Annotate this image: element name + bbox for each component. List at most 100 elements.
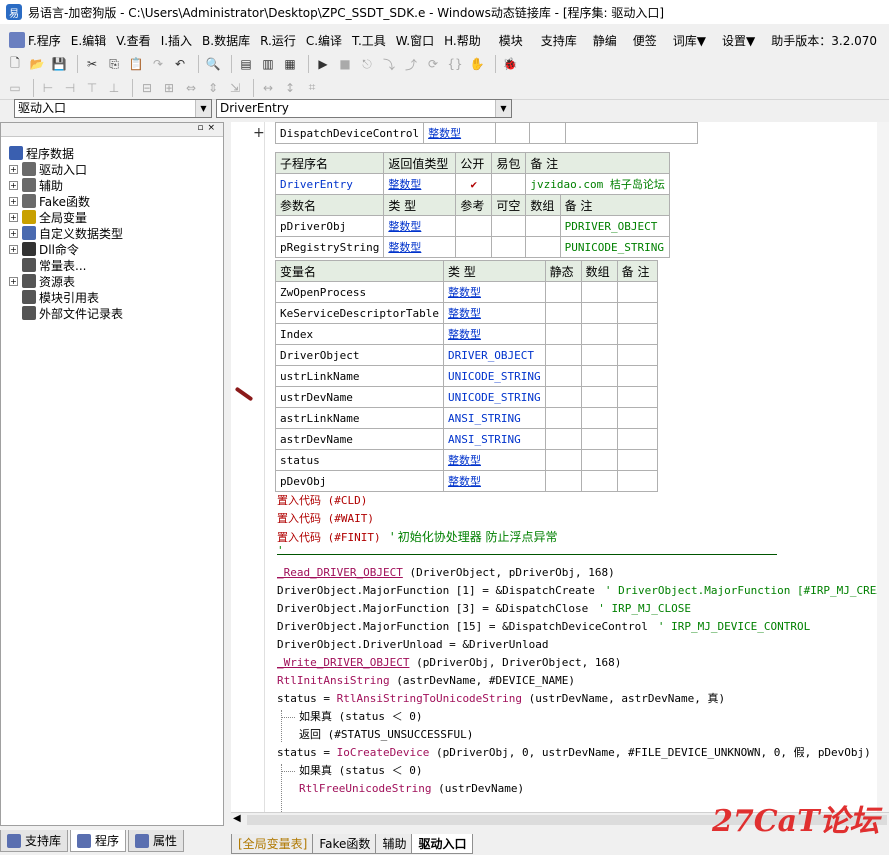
menu-compile[interactable]: C.编译 <box>301 32 347 49</box>
tree-item[interactable]: + 自定义数据类型 <box>9 225 123 241</box>
space-h-icon[interactable]: ↔ <box>259 79 277 97</box>
var-type[interactable]: UNICODE_STRING <box>442 365 546 387</box>
space-v-icon[interactable]: ↕ <box>281 79 299 97</box>
var-type[interactable]: 整数型 <box>442 302 546 324</box>
menu-database[interactable]: B.数据库 <box>197 32 255 49</box>
var-name[interactable]: DriverObject <box>275 344 444 366</box>
step-out-icon[interactable]: ⟳ <box>424 55 442 73</box>
var-name[interactable]: astrDevName <box>275 428 444 450</box>
var-name[interactable]: KeServiceDescriptorTable <box>275 302 444 324</box>
code-line[interactable]: _Write_DRIVER_OBJECT (pDriverObj, Driver… <box>277 654 621 672</box>
menu-help[interactable]: H.帮助 <box>439 32 486 49</box>
menu-dictionary[interactable]: 词库▼ <box>668 32 711 49</box>
table-row[interactable]: status 整数型 <box>275 449 658 471</box>
var-name[interactable]: ZwOpenProcess <box>275 281 444 303</box>
var-type[interactable]: 整数型 <box>442 470 546 492</box>
run-icon[interactable]: ▶ <box>314 55 332 73</box>
chevron-down-icon[interactable]: ▼ <box>495 100 511 117</box>
menu-window[interactable]: W.窗口 <box>391 32 439 49</box>
var-name[interactable]: ustrLinkName <box>275 365 444 387</box>
menu-tools[interactable]: T.工具 <box>347 32 391 49</box>
ret-type-cell[interactable]: 整数型 <box>423 122 497 144</box>
ret-type-cell[interactable]: 整数型 <box>383 173 457 195</box>
table-row[interactable]: pDriverObj 整数型 PDRIVER_OBJECT <box>274 215 670 237</box>
param-note[interactable]: PDRIVER_OBJECT <box>559 215 670 237</box>
menu-insert[interactable]: I.插入 <box>156 32 197 49</box>
sub-name-cell[interactable]: DispatchDeviceControl <box>274 122 425 144</box>
scroll-left-icon[interactable]: ◀ <box>233 813 241 824</box>
step-into-icon[interactable]: ⤵ <box>380 55 398 73</box>
center-v-icon[interactable]: ⊞ <box>160 79 178 97</box>
table-row[interactable]: pRegistryString 整数型 PUNICODE_STRING <box>274 236 670 258</box>
var-type[interactable]: 整数型 <box>442 323 546 345</box>
expand-icon[interactable]: + <box>9 164 18 174</box>
public-check-icon[interactable]: ✔ <box>455 173 493 195</box>
var-type[interactable]: 整数型 <box>442 449 546 471</box>
code-line[interactable]: DriverObject.MajorFunction [1] = &Dispat… <box>277 582 889 600</box>
run-to-cursor-icon[interactable]: {} <box>446 55 464 73</box>
subroutine-select[interactable]: DriverEntry ▼ <box>216 99 512 118</box>
menu-support-lib[interactable]: 支持库 <box>536 32 582 49</box>
var-name[interactable]: status <box>275 449 444 471</box>
table-row[interactable]: ustrLinkName UNICODE_STRING <box>275 365 658 387</box>
table-row[interactable]: astrLinkName ANSI_STRING <box>275 407 658 429</box>
tab-support-lib[interactable]: 支持库 <box>0 830 69 852</box>
same-height-icon[interactable]: ⇕ <box>204 79 222 97</box>
expand-icon[interactable]: + <box>9 276 18 286</box>
chevron-down-icon[interactable]: ▼ <box>195 100 211 117</box>
tree-item[interactable]: 常量表... <box>9 257 123 273</box>
var-type[interactable]: DRIVER_OBJECT <box>442 344 546 366</box>
tree-item[interactable]: + 辅助 <box>9 177 123 193</box>
menu-notes[interactable]: 便签 <box>628 32 662 49</box>
open-folder-icon[interactable]: 📂 <box>28 55 46 73</box>
same-width-icon[interactable]: ⇔ <box>182 79 200 97</box>
code-line[interactable]: 如果真 (status ＜ 0) <box>299 762 422 780</box>
tree-root[interactable]: 程序数据 <box>9 145 123 161</box>
code-line[interactable]: status = RtlAnsiStringToUnicodeString (u… <box>277 690 725 708</box>
tab-properties[interactable]: 属性 <box>128 830 185 852</box>
table-row[interactable]: KeServiceDescriptorTable 整数型 <box>275 302 658 324</box>
align-right-icon[interactable]: ⊣ <box>61 79 79 97</box>
menu-run[interactable]: R.运行 <box>255 32 301 49</box>
pane-buttons[interactable]: ▫× <box>197 123 219 133</box>
param-name[interactable]: pDriverObj <box>274 215 385 237</box>
expand-icon[interactable]: + <box>253 125 265 141</box>
cut-icon[interactable]: ✂ <box>83 55 101 73</box>
expand-icon[interactable]: + <box>9 228 18 238</box>
var-type[interactable]: UNICODE_STRING <box>442 386 546 408</box>
code-line[interactable]: 返回 (#STATUS_UNSUCCESSFUL) <box>299 726 473 744</box>
var-name[interactable]: pDevObj <box>275 470 444 492</box>
same-size-icon[interactable]: ⇲ <box>226 79 244 97</box>
grid-icon[interactable]: ⌗ <box>303 79 321 97</box>
code-line[interactable]: 如果真 (status ＜ 0) <box>299 708 422 726</box>
var-name[interactable]: ustrDevName <box>275 386 444 408</box>
tab-program[interactable]: 程序 <box>70 830 127 852</box>
tree-item[interactable]: + Fake函数 <box>9 193 123 209</box>
param-name[interactable]: pRegistryString <box>274 236 385 258</box>
var-type[interactable]: ANSI_STRING <box>442 428 546 450</box>
align-icon-1[interactable]: ▭ <box>6 79 24 97</box>
vertical-scrollbar[interactable] <box>877 122 889 812</box>
layout1-icon[interactable]: ▤ <box>237 55 255 73</box>
menu-program[interactable]: F.程序 <box>4 32 66 49</box>
var-type[interactable]: ANSI_STRING <box>442 407 546 429</box>
tab-driver-entry[interactable]: 驱动入口 <box>411 834 474 854</box>
sub-name-cell[interactable]: DriverEntry <box>274 173 385 195</box>
var-type[interactable]: 整数型 <box>442 281 546 303</box>
table-row[interactable]: ustrDevName UNICODE_STRING <box>275 386 658 408</box>
debug-icon[interactable]: 🐞 <box>501 55 519 73</box>
tab-fake-functions[interactable]: Fake函数 <box>312 834 378 854</box>
hand-icon[interactable]: ✋ <box>468 55 486 73</box>
code-line[interactable]: 置入代码 (#CLD) <box>277 492 367 510</box>
menu-module[interactable]: 模块 <box>494 32 528 49</box>
table-row[interactable]: ZwOpenProcess 整数型 <box>275 281 658 303</box>
copy-icon[interactable]: ⎘ <box>105 55 123 73</box>
expand-icon[interactable]: + <box>9 196 18 206</box>
step-over-icon[interactable]: ⤴ <box>402 55 420 73</box>
assembly-select[interactable]: 驱动入口 ▼ <box>14 99 212 118</box>
code-line[interactable]: ' <box>277 542 284 560</box>
table-row[interactable]: astrDevName ANSI_STRING <box>275 428 658 450</box>
code-line[interactable]: DriverObject.DriverUnload = &DriverUnloa… <box>277 636 549 654</box>
center-h-icon[interactable]: ⊟ <box>138 79 156 97</box>
menu-view[interactable]: V.查看 <box>111 32 155 49</box>
